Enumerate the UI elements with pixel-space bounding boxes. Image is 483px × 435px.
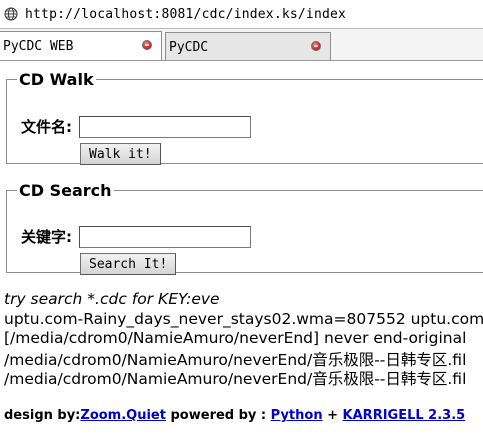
keyword-label: 关键字: xyxy=(21,228,72,246)
tab-close-icon[interactable] xyxy=(311,41,321,51)
tab-pycdc-web[interactable]: PyCDC WEB xyxy=(0,31,162,60)
search-it-button[interactable]: Search It! xyxy=(80,253,177,275)
cd-walk-legend: CD Walk xyxy=(19,70,94,89)
tab-label: PyCDC xyxy=(169,40,209,55)
plus-sign: + xyxy=(327,408,339,423)
python-link[interactable]: Python xyxy=(271,408,323,423)
search-hint: try search *.cdc for KEY:eve xyxy=(4,290,220,308)
page-globe-icon xyxy=(4,7,18,21)
filename-input[interactable] xyxy=(79,116,251,138)
karrigell-link[interactable]: KARRIGELL 2.3.5 xyxy=(343,408,466,423)
walk-it-button[interactable]: Walk it! xyxy=(80,143,161,165)
result-line: uptu.com-Rainy_days_never_stays02.wma=80… xyxy=(4,310,483,328)
keyword-input[interactable] xyxy=(79,226,251,248)
powered-by-label: powered by : xyxy=(170,408,267,423)
cd-search-panel: CD Search 关键字: Search It! xyxy=(6,181,483,275)
result-line: [/media/cdrom0/NamieAmuro/neverEnd] neve… xyxy=(4,329,467,347)
tab-close-icon[interactable] xyxy=(142,40,152,50)
zoom-quiet-link[interactable]: Zoom.Quiet xyxy=(80,408,166,423)
tab-pycdc[interactable]: PyCDC xyxy=(165,32,331,60)
filename-label: 文件名: xyxy=(21,118,72,136)
cd-walk-panel: CD Walk 文件名: Walk it! xyxy=(6,70,483,165)
tab-strip: PyCDC WEB PyCDC xyxy=(0,29,483,61)
url-text[interactable]: http://localhost:8081/cdc/index.ks/index xyxy=(25,7,346,22)
address-bar[interactable]: http://localhost:8081/cdc/index.ks/index xyxy=(0,0,483,29)
design-by-label: design by: xyxy=(4,408,81,423)
result-line: /media/cdrom0/NamieAmuro/neverEnd/音乐极限--… xyxy=(4,370,467,388)
tab-label: PyCDC WEB xyxy=(3,39,74,54)
cd-search-legend: CD Search xyxy=(19,181,112,200)
footer: design by:Zoom.Quiet powered by : Python… xyxy=(4,408,465,423)
